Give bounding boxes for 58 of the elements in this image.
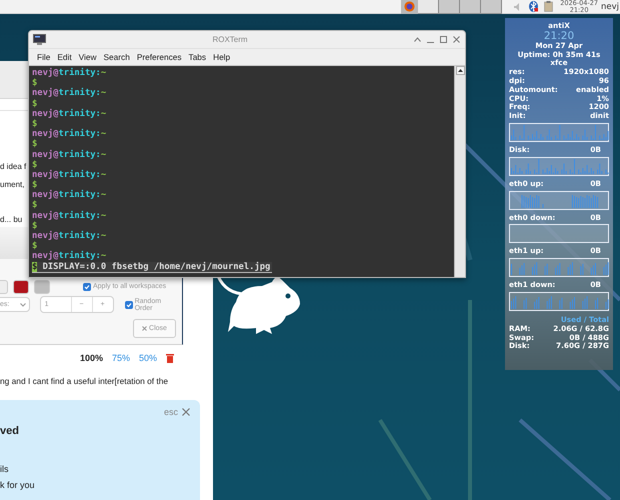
terminal-line: nevj@trinity:~ xyxy=(32,170,108,180)
menu-item[interactable]: File xyxy=(37,52,50,62)
dismiss-hint: esc xyxy=(164,407,178,417)
notice-text: k for you xyxy=(0,480,36,490)
terminal-line: nevj@trinity:~ xyxy=(32,129,108,140)
color-swatch[interactable] xyxy=(0,280,8,294)
globe-icon xyxy=(404,1,416,12)
notice-text: ils xyxy=(0,464,10,474)
user-name[interactable]: nevj xyxy=(600,2,619,12)
zoom-option[interactable]: 100% xyxy=(80,353,104,363)
post-text: d... bu xyxy=(0,214,24,225)
menu-item[interactable]: Preferences xyxy=(136,52,182,62)
bluetooth-icon[interactable] xyxy=(529,1,538,12)
checkbox[interactable] xyxy=(83,282,91,290)
arrow-up-icon xyxy=(458,69,462,72)
terminal-line: nevj@trinity:~ xyxy=(32,150,108,160)
maximize-icon[interactable] xyxy=(440,36,447,43)
trash-icon[interactable] xyxy=(166,353,174,363)
color-swatch[interactable] xyxy=(34,280,50,294)
close-icon[interactable] xyxy=(182,408,190,416)
terminal-line: nevj@trinity:~ xyxy=(32,231,108,241)
terminal-line: $ xyxy=(32,220,38,231)
scrollbar[interactable] xyxy=(454,66,465,277)
menu-item[interactable]: View xyxy=(78,52,97,62)
terminal-line: nevj@trinity:~ xyxy=(32,108,108,119)
color-swatch[interactable] xyxy=(13,280,29,294)
clipboard-icon[interactable] xyxy=(544,1,554,12)
menu-item[interactable]: Tabs xyxy=(188,52,206,62)
terminal-line: $ xyxy=(32,78,38,88)
caret-icon xyxy=(20,302,26,306)
terminal-line: nevj@trinity:~ xyxy=(32,88,108,99)
terminal-line: nevj@trinity:~ xyxy=(32,251,108,262)
notice-heading: ved xyxy=(0,425,20,437)
monitor-time: 21:20 xyxy=(542,30,576,42)
taskbar-button[interactable] xyxy=(401,0,418,14)
terminal-line: nevj@trinity:~ xyxy=(32,210,108,221)
workspace-pager[interactable] xyxy=(418,0,502,14)
menu-item[interactable]: Help xyxy=(213,52,230,62)
terminal-line: $ xyxy=(32,200,38,210)
terminal-line: $ xyxy=(32,98,38,109)
post-text: ng and I cant find a useful inter[retation of the xyxy=(0,376,170,386)
menu-item[interactable]: Search xyxy=(104,52,130,62)
terminal-line: $ xyxy=(32,180,38,190)
terminal-line: $ xyxy=(32,118,38,129)
close-icon[interactable] xyxy=(453,36,460,43)
terminal-line: nevj@trinity:~ xyxy=(32,68,108,78)
shade-icon[interactable] xyxy=(414,37,421,42)
menu-item[interactable]: Edit xyxy=(57,52,72,62)
checkbox[interactable] xyxy=(124,300,133,308)
terminal-line: $ xyxy=(32,139,38,150)
post-text: d idea f xyxy=(0,161,27,172)
post-text: ument, xyxy=(0,179,26,190)
terminal-line: $ xyxy=(32,160,38,170)
terminal-icon xyxy=(33,34,46,45)
terminal-line: nevj@trinity:~ xyxy=(32,190,108,200)
close-icon xyxy=(142,326,148,331)
window-title: ROXTerm xyxy=(211,35,249,44)
terminal-line: $ xyxy=(32,241,38,252)
